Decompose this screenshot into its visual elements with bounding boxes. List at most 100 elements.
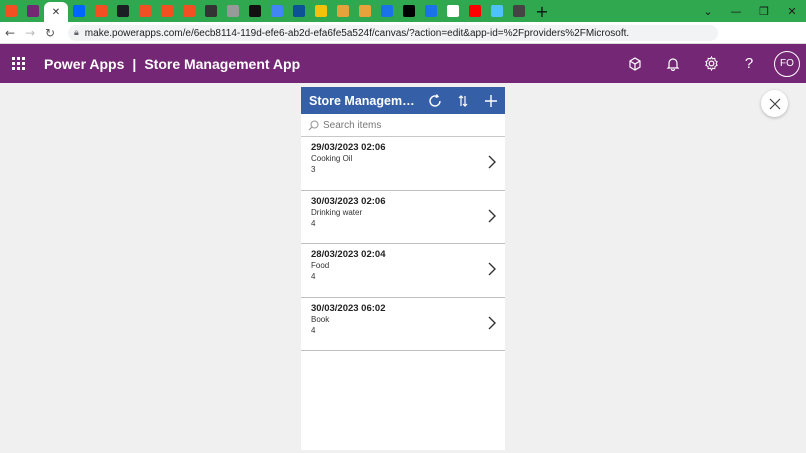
browser-tab[interactable] — [68, 0, 90, 22]
app-canvas: Store Management App Search items 29/03/… — [301, 87, 505, 450]
search-box[interactable]: Search items — [301, 114, 505, 137]
user-avatar[interactable]: FO — [774, 50, 800, 77]
chevron-right-icon[interactable] — [487, 261, 497, 282]
list-item[interactable]: 30/03/2023 02:06 Drinking water 4 — [301, 191, 505, 244]
header-title: Power Apps | Store Management App — [44, 56, 300, 72]
power-automate-icon — [73, 5, 85, 17]
refresh-button[interactable] — [421, 87, 449, 114]
powerapps-icon — [27, 5, 39, 17]
refresh-icon — [429, 93, 441, 107]
app-title: Store Management App — [309, 93, 421, 108]
browser-tab[interactable] — [332, 0, 354, 22]
list-item[interactable]: 29/03/2023 02:06 Cooking Oil 3 — [301, 137, 505, 191]
minimize-button[interactable]: — — [722, 0, 750, 22]
app-header: Store Management App — [301, 87, 505, 114]
dev-icon — [403, 5, 415, 17]
app-launcher-icon[interactable] — [0, 44, 36, 83]
chevron-right-icon[interactable] — [487, 315, 497, 336]
powerapps-header: Power Apps | Store Management App ? FO — [0, 44, 806, 83]
browser-tab[interactable] — [376, 0, 398, 22]
gear-icon[interactable] — [692, 44, 730, 83]
microsoft-icon — [139, 5, 151, 17]
microsoft-icon — [161, 5, 173, 17]
browser-tab[interactable]: ✕ — [44, 2, 68, 22]
link-icon — [205, 5, 217, 17]
browser-tab[interactable] — [134, 0, 156, 22]
header-actions: ? FO — [616, 44, 806, 83]
k-icon — [381, 5, 393, 17]
globe-icon — [513, 5, 525, 17]
browser-tab[interactable] — [420, 0, 442, 22]
github-icon — [117, 5, 129, 17]
browser-tab[interactable] — [90, 0, 112, 22]
list-item[interactable]: 28/03/2023 02:04 Food 4 — [301, 244, 505, 298]
bulb-icon — [315, 5, 327, 17]
web-icon — [227, 5, 239, 17]
close-tab-icon[interactable]: ✕ — [52, 7, 60, 18]
sort-button[interactable] — [449, 87, 477, 114]
google-icon — [271, 5, 283, 17]
browser-tab[interactable] — [112, 0, 134, 22]
v-icon — [425, 5, 437, 17]
app-name: Store Management App — [144, 55, 301, 72]
search-icon — [303, 119, 323, 131]
microsoft-icon — [183, 5, 195, 17]
window-controls: ⌄ — ❐ ✕ — [694, 0, 806, 22]
browser-tab[interactable] — [156, 0, 178, 22]
item-gallery: 29/03/2023 02:06 Cooking Oil 3 30/03/2023 0… — [301, 137, 505, 351]
bell-icon[interactable] — [654, 44, 692, 83]
close-window-button[interactable]: ✕ — [778, 0, 806, 22]
browser-tab[interactable] — [310, 0, 332, 22]
folder-icon — [359, 5, 371, 17]
reload-button[interactable]: ↻ — [40, 22, 60, 44]
url-field[interactable]: 🔒︎ make.powerapps.com/e/6ecb8114-119d-ef… — [68, 25, 718, 41]
chevron-right-icon[interactable] — [487, 154, 497, 175]
restore-button[interactable]: ❐ — [750, 0, 778, 22]
close-preview-button[interactable] — [761, 90, 788, 117]
new-tab-button[interactable]: + — [530, 0, 554, 22]
back-button[interactable]: ← — [0, 22, 20, 44]
browser-tab[interactable] — [354, 0, 376, 22]
url-text: make.powerapps.com/e/6ecb8114-119d-efe6-… — [84, 27, 630, 39]
add-item-button[interactable] — [477, 87, 505, 114]
browser-tab[interactable] — [486, 0, 508, 22]
browser-tab[interactable] — [178, 0, 200, 22]
plus-icon — [485, 94, 497, 107]
chevron-right-icon[interactable] — [487, 208, 497, 229]
browser-tab[interactable] — [288, 0, 310, 22]
notes-icon — [447, 5, 459, 17]
browser-tab[interactable] — [398, 0, 420, 22]
item-name: Drinking water — [311, 207, 363, 217]
browser-tab[interactable] — [22, 0, 44, 22]
environment-icon[interactable] — [616, 44, 654, 83]
browser-tab[interactable] — [200, 0, 222, 22]
youtube-icon — [469, 5, 481, 17]
browser-tab[interactable] — [0, 0, 22, 22]
item-quantity: 3 — [311, 165, 316, 174]
browser-tab[interactable] — [464, 0, 486, 22]
item-date: 30/03/2023 06:02 — [311, 302, 386, 314]
item-quantity: 4 — [311, 218, 316, 228]
forward-button[interactable]: → — [20, 22, 40, 44]
list-item[interactable]: 30/03/2023 06:02 Book 4 — [301, 298, 505, 351]
help-icon[interactable]: ? — [730, 44, 768, 83]
k-icon — [293, 5, 305, 17]
browser-tab[interactable] — [244, 0, 266, 22]
close-icon — [769, 98, 780, 109]
browser-tab[interactable] — [442, 0, 464, 22]
item-date: 30/03/2023 02:06 — [311, 195, 386, 207]
item-quantity: 4 — [311, 325, 316, 335]
microsoft-icon — [95, 5, 107, 17]
tab-list: ✕ — [0, 0, 530, 22]
folder-icon — [337, 5, 349, 17]
item-name: Cooking Oil — [311, 154, 353, 163]
tab-search-icon[interactable]: ⌄ — [694, 0, 722, 22]
browser-tab[interactable] — [508, 0, 530, 22]
product-name[interactable]: Power Apps — [44, 56, 124, 72]
browser-tab[interactable] — [266, 0, 288, 22]
search-input[interactable]: Search items — [323, 120, 381, 131]
browser-tab[interactable] — [222, 0, 244, 22]
item-quantity: 4 — [311, 272, 316, 281]
lock-icon: 🔒︎ — [74, 28, 79, 38]
title-separator: | — [132, 55, 137, 72]
